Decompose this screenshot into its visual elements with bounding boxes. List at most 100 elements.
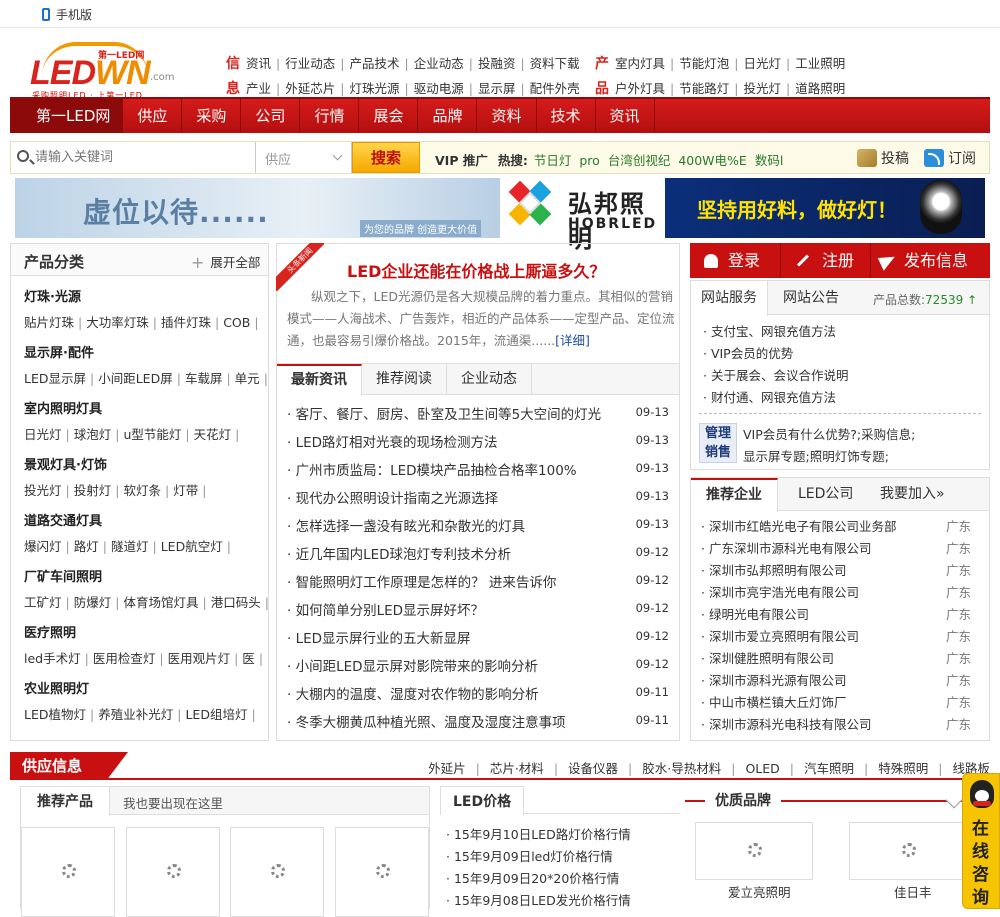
service-link[interactable]: · 关于展会、会议合作说明	[703, 365, 848, 384]
headline-title[interactable]: LED企业还能在价格战上厮逼多久？	[347, 258, 605, 282]
category-link[interactable]: 养殖业补光灯	[98, 707, 173, 722]
category-link[interactable]: 爆闪灯	[24, 539, 62, 554]
category-title[interactable]: 厂矿车间照明	[24, 570, 102, 585]
product-thumb[interactable]	[230, 827, 324, 917]
news-title-link[interactable]: · 如何简单分别LED显示屏好坏？	[287, 603, 484, 619]
publish-button[interactable]: 发布信息	[877, 243, 968, 278]
category-link[interactable]: 医	[242, 651, 255, 666]
ad-banner-hobrled[interactable]: 弘邦照明 HOBRLED	[500, 178, 665, 253]
news-title-link[interactable]: · 客厅、餐厅、厨房、卧室及卫生间等5大空间的灯光	[287, 407, 601, 423]
header-link[interactable]: 配件外壳	[530, 81, 580, 96]
category-title[interactable]: 农业照明灯	[24, 682, 89, 697]
hot-keyword[interactable]: 数码l	[755, 153, 783, 168]
rss-subscribe-link[interactable]: 订阅	[924, 148, 976, 168]
mgmt-link-topics[interactable]: 显示屏专题;照明灯饰专题;	[743, 446, 889, 465]
nav-item[interactable]: 展会	[359, 99, 419, 133]
category-link[interactable]: 日光灯	[24, 427, 62, 442]
header-link[interactable]: 节能路灯	[679, 81, 729, 96]
brand-name[interactable]: 佳日丰	[894, 882, 932, 901]
price-link[interactable]: · 15年9月08日LED发光价格行情	[446, 890, 631, 909]
header-link[interactable]: 投光灯	[743, 81, 781, 96]
tab-recommended-enterprises[interactable]: 推荐企业	[691, 478, 778, 512]
brand-name[interactable]: 爱立亮照明	[728, 882, 791, 901]
tab-site-notice[interactable]: 网站公告	[773, 281, 849, 315]
category-link[interactable]: 体育场馆灯具	[123, 595, 198, 610]
news-tab[interactable]: 推荐阅读	[362, 364, 447, 394]
category-title[interactable]: 景观灯具·灯饰	[24, 458, 107, 473]
supply-category-link[interactable]: 芯片·材料	[490, 761, 544, 776]
tab-led-companies[interactable]: LED公司	[783, 478, 868, 511]
category-link[interactable]: 天花灯	[194, 427, 232, 442]
nav-home[interactable]: 第一LED网	[10, 99, 124, 133]
hot-keyword[interactable]: 400W电%E	[678, 153, 747, 168]
hot-keyword[interactable]: 节日灯	[534, 153, 572, 168]
ad-banner-vacant[interactable]: 虚位以待...... 为您的品牌 创造更大价值	[15, 178, 500, 238]
news-title-link[interactable]: · 怎样选择一盏没有眩光和杂散光的灯具	[287, 519, 525, 535]
product-thumb[interactable]	[21, 827, 115, 917]
category-link[interactable]: 球泡灯	[74, 427, 112, 442]
hot-keyword[interactable]: pro	[579, 153, 599, 168]
enterprise-link[interactable]: · 绿明光电有限公司	[701, 607, 809, 622]
price-link[interactable]: · 15年9月09日20*20价格行情	[446, 868, 619, 887]
tab-site-service[interactable]: 网站服务	[691, 281, 768, 316]
headline-more-link[interactable]: [详细]	[555, 333, 590, 348]
enterprise-link[interactable]: · 深圳市红皓光电子有限公司业务部	[701, 519, 896, 534]
category-link[interactable]: 港口码头	[211, 595, 261, 610]
news-title-link[interactable]: · LED显示屏行业的五大新显屏	[287, 631, 471, 647]
news-tab[interactable]: 最新资讯	[277, 364, 362, 395]
search-button[interactable]: 搜索	[352, 142, 420, 173]
category-link[interactable]: 大功率灯珠	[86, 315, 149, 330]
nav-item[interactable]: 资讯	[596, 99, 655, 133]
search-input[interactable]	[35, 146, 250, 168]
header-link[interactable]: 外延芯片	[285, 81, 335, 96]
news-title-link[interactable]: · 近几年国内LED球泡灯专利技术分析	[287, 547, 511, 563]
service-link[interactable]: · VIP会员的优势	[703, 343, 793, 362]
enterprise-link[interactable]: · 深圳市源科光电科技有限公司	[701, 717, 871, 732]
supply-category-link[interactable]: OLED	[745, 761, 779, 776]
news-title-link[interactable]: · 冬季大棚黄瓜种植光照、温度及湿度注意事项	[287, 715, 566, 731]
supply-category-link[interactable]: 汽车照明	[804, 761, 854, 776]
category-link[interactable]: LED组培灯	[185, 707, 247, 722]
supply-category-link[interactable]: 特殊照明	[878, 761, 928, 776]
category-link[interactable]: 医用检查灯	[93, 651, 156, 666]
product-thumb[interactable]	[126, 827, 220, 917]
header-link[interactable]: 行业动态	[285, 56, 335, 71]
login-button[interactable]: 登录	[704, 243, 760, 278]
price-link[interactable]: · 15年9月10日LED路灯价格行情	[446, 824, 631, 843]
category-link[interactable]: 工矿灯	[24, 595, 62, 610]
news-title-link[interactable]: · 大棚内的温度、湿度对农作物的影响分析	[287, 687, 539, 703]
supply-category-link[interactable]: 外延片	[428, 761, 466, 776]
header-link[interactable]: 驱动电源	[414, 81, 464, 96]
header-link[interactable]: 投融资	[478, 56, 516, 71]
enterprise-link[interactable]: · 深圳市源科光源有限公司	[701, 673, 846, 688]
enterprise-link[interactable]: · 深圳市弘邦照明有限公司	[701, 563, 846, 578]
category-link[interactable]: 车载屏	[185, 371, 223, 386]
rec-appear-here-link[interactable]: 我也要出现在这里	[123, 793, 223, 812]
supply-category-link[interactable]: 胶水·导热材料	[642, 761, 721, 776]
header-link[interactable]: 灯珠光源	[349, 81, 399, 96]
header-link[interactable]: 室内灯具	[615, 56, 665, 71]
category-link[interactable]: 路灯	[74, 539, 99, 554]
chevron-down-icon[interactable]	[945, 791, 963, 809]
enterprise-link[interactable]: · 深圳市爱立亮照明有限公司	[701, 629, 859, 644]
header-link[interactable]: 工业照明	[795, 56, 845, 71]
category-link[interactable]: 插件灯珠	[161, 315, 211, 330]
category-link[interactable]: LED显示屏	[24, 371, 86, 386]
nav-item[interactable]: 公司	[241, 99, 301, 133]
category-link[interactable]: led手术灯	[24, 651, 81, 666]
category-link[interactable]: 小间距LED屏	[98, 371, 173, 386]
nav-item[interactable]: 供应	[123, 99, 183, 133]
category-link[interactable]: 医用观片灯	[168, 651, 231, 666]
category-link[interactable]: COB	[223, 315, 250, 330]
news-title-link[interactable]: · 现代办公照明设计指南之光源选择	[287, 491, 498, 507]
category-link[interactable]: 投射灯	[74, 483, 112, 498]
header-link[interactable]: 企业动态	[414, 56, 464, 71]
category-title[interactable]: 室内照明灯具	[24, 402, 102, 417]
brand-logo[interactable]	[695, 822, 813, 880]
header-link[interactable]: 产品技术	[349, 56, 399, 71]
header-link[interactable]: 产业	[246, 81, 271, 96]
service-link[interactable]: · 支付宝、网银充值方法	[703, 321, 836, 340]
news-title-link[interactable]: · 广州市质监局：LED模块产品抽检合格率100%	[287, 463, 577, 479]
expand-all-link[interactable]: + 展开全部	[191, 252, 260, 272]
hot-keyword[interactable]: 台湾创视纪	[608, 153, 671, 168]
